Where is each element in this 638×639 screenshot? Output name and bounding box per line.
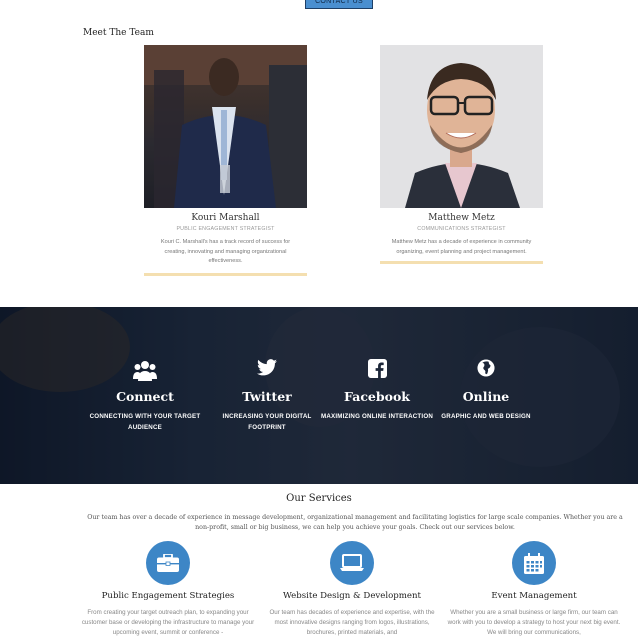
feature-subtitle: MAXIMIZING ONLINE INTERACTION	[320, 413, 433, 420]
service-web-design: Website Design & Development Our team ha…	[262, 541, 442, 638]
feature-title: Online	[462, 389, 510, 404]
facebook-icon[interactable]	[317, 359, 437, 381]
feature-connect: Connect CONNECTING WITH YOUR TARGET AUDI…	[85, 359, 205, 433]
member-role: PUBLIC ENGAGEMENT STRATEGIST	[176, 226, 275, 232]
service-title: Public Engagement Strategies	[101, 591, 235, 601]
member-name: Kouri Marshall	[191, 213, 260, 223]
member-divider	[144, 272, 307, 276]
member-bio: Matthew Metz has a decade of experience …	[391, 239, 532, 255]
twitter-icon[interactable]	[207, 359, 327, 381]
member-name: Matthew Metz	[428, 213, 495, 223]
member-bio: Kouri C. Marshall's has a track record o…	[160, 239, 291, 264]
feature-subtitle: GRAPHIC AND WEB DESIGN	[441, 413, 531, 420]
service-description: From creating your target outreach plan,…	[81, 609, 255, 636]
people-icon	[85, 359, 205, 381]
service-title: Event Management	[491, 591, 577, 601]
team-heading: Meet The Team	[83, 28, 154, 38]
feature-subtitle: INCREASING YOUR DIGITAL FOOTPRINT	[222, 413, 312, 431]
service-title: Website Design & Development	[283, 591, 421, 601]
feature-facebook: Facebook MAXIMIZING ONLINE INTERACTION	[317, 359, 437, 423]
feature-title: Twitter	[242, 389, 292, 404]
briefcase-icon	[146, 541, 190, 585]
service-event-management: Event Management Whether you are a small…	[444, 541, 624, 638]
feature-title: Connect	[116, 389, 174, 404]
team-member-matthew: Matthew Metz COMMUNICATIONS STRATEGIST M…	[380, 45, 543, 264]
member-role: COMMUNICATIONS STRATEGIST	[417, 226, 506, 232]
member-divider	[380, 261, 543, 264]
member-photo	[144, 45, 307, 208]
feature-online: Online GRAPHIC AND WEB DESIGN	[426, 359, 546, 423]
feature-title: Facebook	[344, 389, 410, 404]
feature-twitter: Twitter INCREASING YOUR DIGITAL FOOTPRIN…	[207, 359, 327, 433]
services-intro: Our team has over a decade of experience…	[87, 514, 623, 531]
feature-subtitle: CONNECTING WITH YOUR TARGET AUDIENCE	[89, 413, 201, 431]
service-description: Our team has decades of experience and e…	[269, 609, 435, 636]
member-photo	[380, 45, 543, 208]
laptop-icon	[330, 541, 374, 585]
contact-us-button[interactable]: CONTACT US	[305, 0, 373, 9]
features-band: Connect CONNECTING WITH YOUR TARGET AUDI…	[0, 307, 638, 484]
services-title: Our Services	[286, 493, 352, 504]
service-description: Whether you are a small business or larg…	[447, 609, 621, 636]
service-public-engagement: Public Engagement Strategies From creati…	[78, 541, 258, 638]
globe-icon	[426, 359, 546, 381]
team-member-kouri: Kouri Marshall PUBLIC ENGAGEMENT STRATEG…	[144, 45, 307, 276]
calendar-icon	[512, 541, 556, 585]
